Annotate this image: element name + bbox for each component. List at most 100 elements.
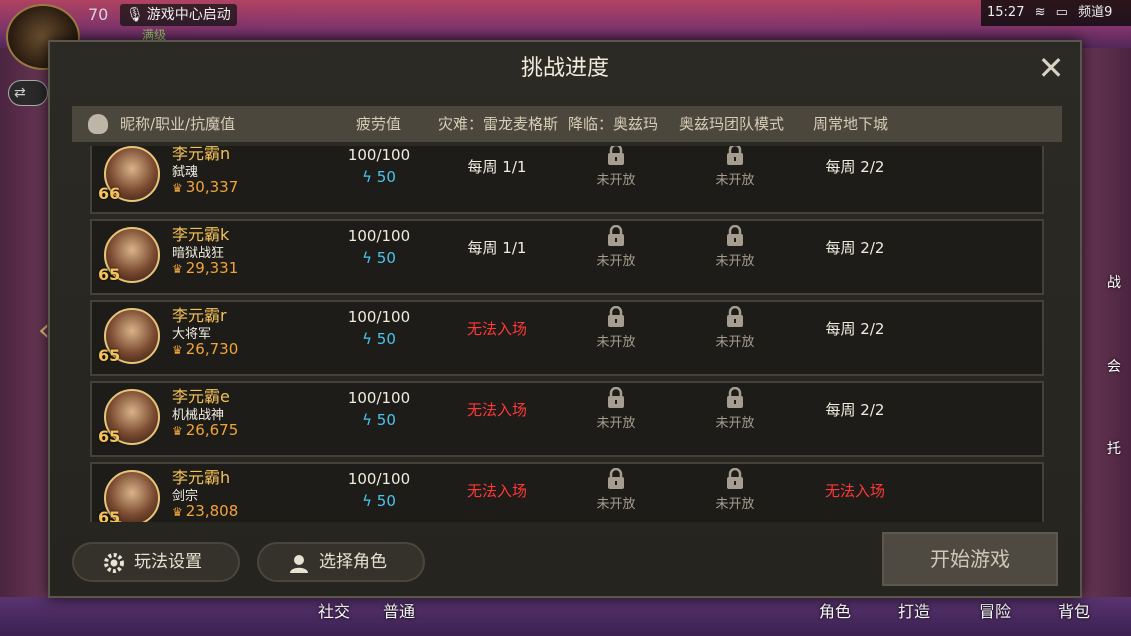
energy-value: ϟ 50 [337, 492, 421, 510]
challenge-progress-dialog: 挑战进度 ✕ 昵称/职业/抗魔值 疲劳值 灾难：雷龙麦格斯 降临：奥兹玛 奥兹玛… [48, 40, 1082, 598]
energy-number: 50 [376, 168, 396, 186]
nav-adventure[interactable]: 冒险 [979, 598, 1011, 622]
lock-icon [727, 387, 743, 408]
lock-icon [727, 225, 743, 246]
descend-status: 未开放 [571, 225, 661, 269]
weekly-status: 每周 2/2 [825, 158, 885, 176]
crown-icon: ♛ [172, 343, 183, 357]
energy-value: ϟ 50 [337, 330, 421, 348]
close-icon[interactable]: ✕ [1036, 52, 1066, 84]
crown-icon: ♛ [172, 424, 183, 438]
background-bottom-bar [0, 597, 1131, 636]
system-status-bar: 15:27 ≋ ▭ 频道9 [981, 0, 1131, 26]
raid-label: 未开放 [715, 497, 755, 512]
energy-value: ϟ 50 [337, 168, 421, 186]
raid-status: 未开放 [690, 387, 780, 431]
battery-icon: ▭ [1055, 5, 1068, 20]
energy-value: ϟ 50 [337, 249, 421, 267]
nav-social[interactable]: 社交 [318, 598, 350, 622]
descend-label: 未开放 [596, 416, 636, 431]
disaster-status: 无法入场 [466, 320, 527, 338]
crown-icon: ♛ [172, 262, 183, 276]
select-character-button[interactable]: 选择角色 [257, 542, 425, 582]
switch-channel-button[interactable]: ⇄ [8, 80, 48, 106]
nav-normal[interactable]: 普通 [383, 598, 415, 622]
side-menu-battle[interactable]: 战 [1107, 272, 1121, 292]
channel-label[interactable]: 频道9 [1078, 5, 1112, 20]
character-row[interactable]: 65 李元霸h 剑宗 ♛ 23,808 100/100 ϟ 50 无法入场 未开放… [90, 462, 1044, 522]
nav-bag[interactable]: 背包 [1058, 598, 1090, 622]
header-raid: 奥兹玛团队模式 [679, 115, 785, 133]
crown-icon: ♛ [172, 505, 183, 519]
crown-icon: ♛ [172, 181, 183, 195]
descend-status: 未开放 [571, 146, 661, 188]
character-row[interactable]: 65 李元霸r 大将军 ♛ 26,730 100/100 ϟ 50 无法入场 未开… [90, 300, 1044, 376]
disaster-status: 每周 1/1 [467, 239, 527, 257]
header-weekly: 周常地下城 [813, 115, 889, 133]
power-value: 23,808 [185, 502, 239, 520]
player-level: 70 [88, 5, 109, 24]
character-level: 65 [98, 508, 121, 522]
side-menu-commission[interactable]: 托 [1107, 438, 1121, 458]
disaster-status: 每周 1/1 [467, 158, 527, 176]
character-power: ♛ 26,730 [172, 340, 238, 358]
weekly-status: 每周 2/2 [825, 320, 885, 338]
weekly-status: 每周 2/2 [825, 401, 885, 419]
disaster-status: 无法入场 [466, 401, 527, 419]
character-row[interactable]: 65 李元霸k 暗狱战狂 ♛ 29,331 100/100 ϟ 50 每周 1/1… [90, 219, 1044, 295]
power-value: 30,337 [185, 178, 239, 196]
mask-icon [88, 114, 108, 134]
lightning-icon: ϟ [362, 330, 377, 348]
character-icon [290, 555, 308, 573]
lightning-icon: ϟ [362, 168, 377, 186]
energy-number: 50 [376, 330, 396, 348]
weekly-status: 无法入场 [824, 482, 885, 500]
raid-label: 未开放 [715, 254, 755, 269]
character-power: ♛ 29,331 [172, 259, 238, 277]
character-row[interactable]: 66 李元霸n 弑魂 ♛ 30,337 100/100 ϟ 50 每周 1/1 未… [90, 146, 1044, 214]
character-level: 65 [98, 265, 121, 284]
dialog-title: 挑战进度 [520, 56, 609, 81]
fatigue-value: 100/100 [347, 470, 411, 488]
lightning-icon: ϟ [362, 411, 377, 429]
nav-craft[interactable]: 打造 [898, 598, 930, 622]
play-settings-label: 玩法设置 [134, 552, 202, 572]
energy-number: 50 [376, 249, 396, 267]
lightning-icon: ϟ [362, 249, 377, 267]
character-list[interactable]: 66 李元霸n 弑魂 ♛ 30,337 100/100 ϟ 50 每周 1/1 未… [90, 146, 1046, 522]
game-center-label: 游戏中心启动 [146, 7, 231, 23]
lock-icon [608, 306, 624, 327]
fatigue-value: 100/100 [347, 308, 411, 326]
descend-status: 未开放 [571, 306, 661, 350]
character-level: 65 [98, 427, 121, 446]
clock: 15:27 [987, 5, 1025, 20]
game-center-button[interactable]: 🎙 游戏中心启动 [120, 4, 237, 26]
raid-status: 未开放 [690, 146, 780, 188]
weekly-status: 每周 2/2 [825, 239, 885, 257]
power-value: 29,331 [185, 259, 239, 277]
raid-status: 未开放 [690, 306, 780, 350]
game-screen: 70 🎙游戏中心启动 满级 15:27 ≋ ▭ 频道9 ⇄ ‹ › 战 会 托 … [0, 0, 1131, 636]
lightning-icon: ϟ [362, 492, 377, 510]
raid-status: 未开放 [690, 225, 780, 269]
header-nickname: 昵称/职业/抗魔值 [120, 115, 236, 133]
table-header: 昵称/职业/抗魔值 疲劳值 灾难：雷龙麦格斯 降临：奥兹玛 奥兹玛团队模式 周常… [72, 106, 1062, 142]
character-power: ♛ 26,675 [172, 421, 238, 439]
swap-icon: ⇄ [14, 85, 26, 101]
character-power: ♛ 30,337 [172, 178, 238, 196]
raid-label: 未开放 [715, 416, 755, 431]
fatigue-value: 100/100 [347, 227, 411, 245]
header-fatigue: 疲劳值 [356, 115, 402, 133]
play-settings-button[interactable]: 玩法设置 [72, 542, 240, 582]
gear-icon [104, 553, 124, 573]
raid-status: 未开放 [690, 468, 780, 512]
raid-label: 未开放 [715, 173, 755, 188]
descend-label: 未开放 [596, 254, 636, 269]
nav-character[interactable]: 角色 [819, 598, 851, 622]
side-menu-guild[interactable]: 会 [1107, 356, 1121, 376]
character-row[interactable]: 65 李元霸e 机械战神 ♛ 26,675 100/100 ϟ 50 无法入场 未… [90, 381, 1044, 457]
wifi-icon: ≋ [1034, 5, 1046, 20]
start-game-button[interactable]: 开始游戏 [882, 532, 1058, 586]
character-level: 66 [98, 184, 121, 203]
power-value: 26,675 [185, 421, 239, 439]
